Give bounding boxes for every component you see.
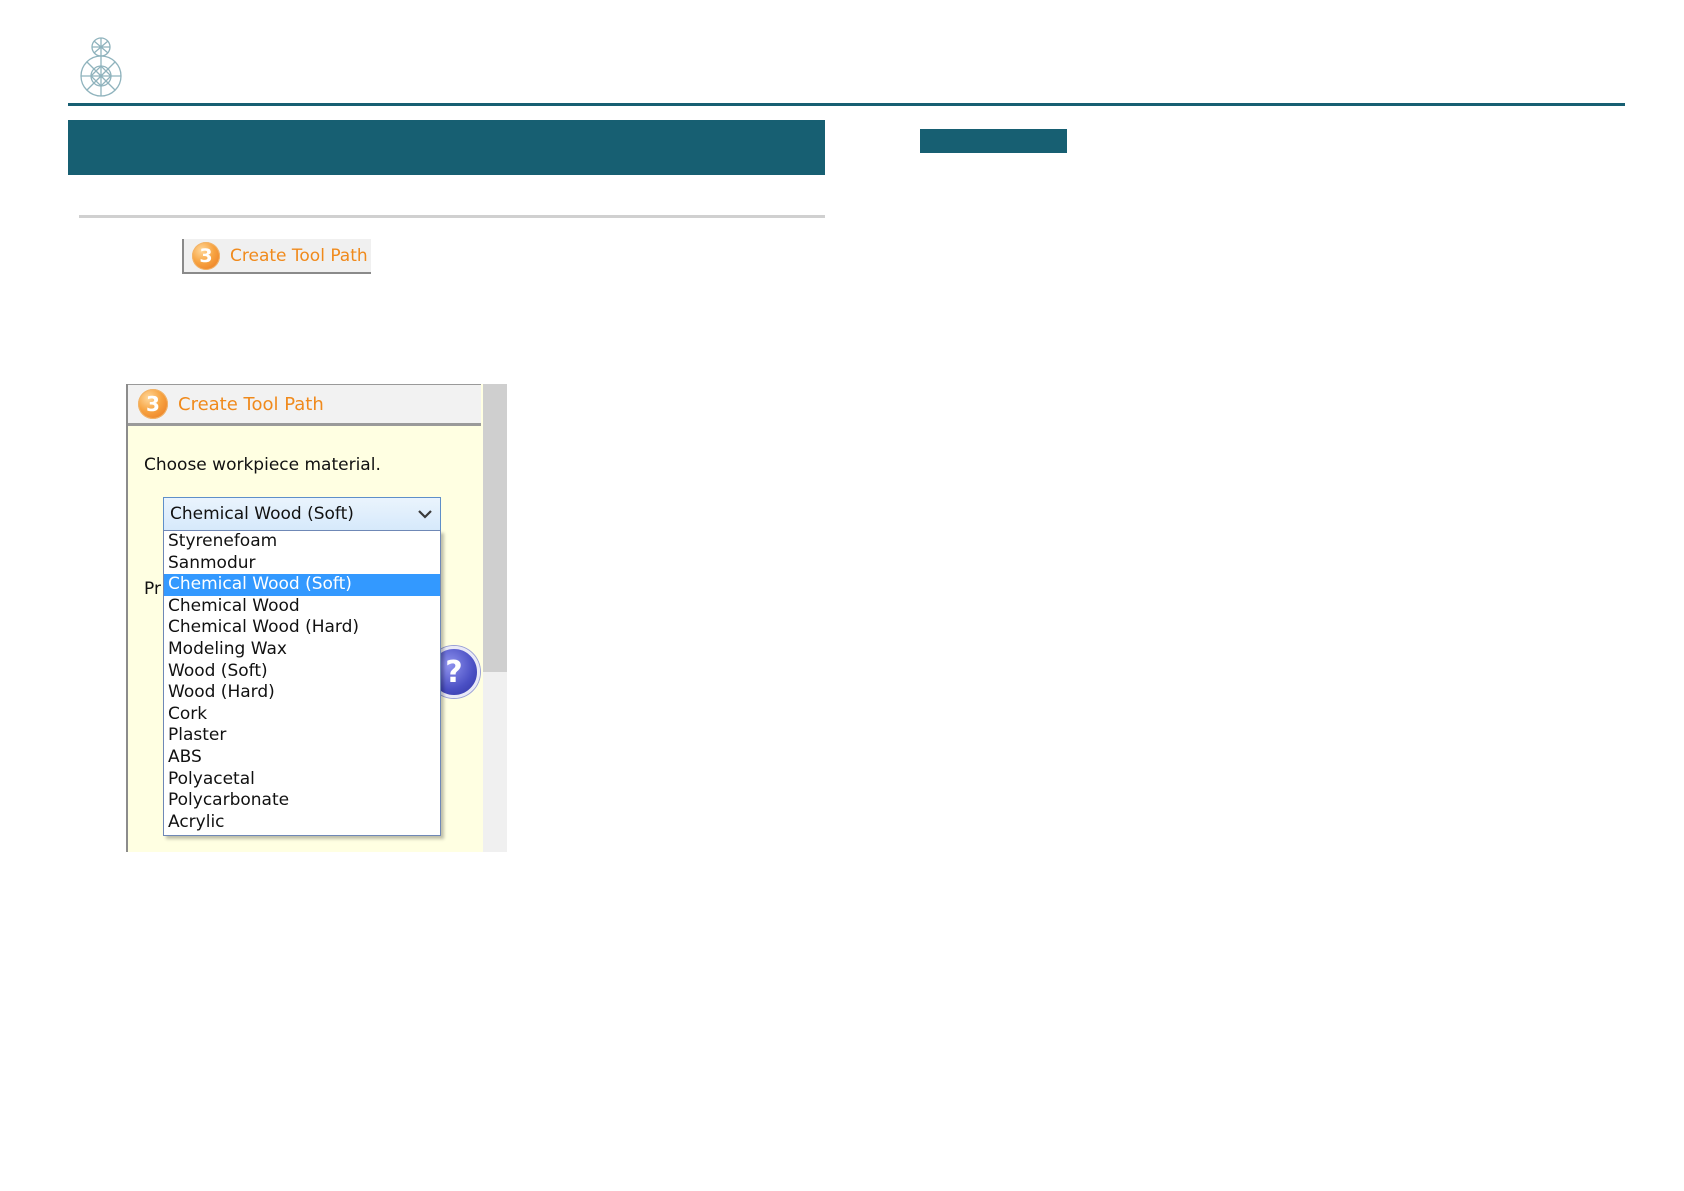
header-rule [68, 103, 1625, 106]
dropdown-option[interactable]: Polyacetal [164, 769, 440, 791]
dropdown-option[interactable]: Wood (Hard) [164, 682, 440, 704]
section-divider [79, 215, 825, 218]
dropdown-option[interactable]: Polycarbonate [164, 790, 440, 812]
section-tag [920, 129, 1067, 153]
create-tool-path-button[interactable]: 3 Create Tool Path [182, 239, 371, 274]
section-title-banner [68, 120, 825, 175]
material-prompt: Choose workpiece material. [144, 455, 381, 475]
scrollbar-thumb[interactable] [483, 384, 507, 672]
panel-scrollbar[interactable] [483, 384, 507, 852]
panel-header[interactable]: 3 Create Tool Path [128, 384, 481, 426]
chevron-down-icon[interactable] [414, 503, 436, 525]
step-number-icon: 3 [138, 389, 168, 419]
dropdown-option-selected[interactable]: Chemical Wood (Soft) [164, 574, 440, 596]
dropdown-option[interactable]: Cork [164, 704, 440, 726]
material-select-value: Chemical Wood (Soft) [170, 504, 354, 524]
material-select[interactable]: Chemical Wood (Soft) [163, 497, 441, 531]
material-dropdown-list[interactable]: Styrenefoam Sanmodur Chemical Wood (Soft) C… [163, 530, 441, 836]
partially-hidden-label: Pr [144, 579, 161, 599]
gem-figure-logo-icon [80, 37, 122, 97]
dropdown-option[interactable]: ABS [164, 747, 440, 769]
dropdown-option[interactable]: Plaster [164, 725, 440, 747]
step-number-icon: 3 [192, 241, 220, 270]
create-tool-path-panel: 3 Create Tool Path Choose workpiece mate… [126, 384, 507, 852]
dropdown-option[interactable]: Modeling Wax [164, 639, 440, 661]
dropdown-option[interactable]: Chemical Wood [164, 596, 440, 618]
dropdown-option[interactable]: Acrylic [164, 812, 440, 834]
dropdown-option[interactable]: Chemical Wood (Hard) [164, 617, 440, 639]
dropdown-option[interactable]: Wood (Soft) [164, 661, 440, 683]
create-tool-path-label: Create Tool Path [230, 245, 368, 266]
dropdown-option[interactable]: Sanmodur [164, 553, 440, 575]
dropdown-option[interactable]: Styrenefoam [164, 531, 440, 553]
panel-title: Create Tool Path [178, 393, 324, 415]
